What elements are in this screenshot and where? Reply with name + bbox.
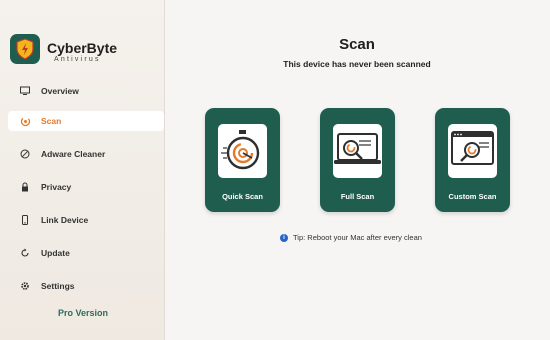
sidebar-item-label: Overview <box>41 86 79 96</box>
shield-icon <box>16 38 34 60</box>
quick-scan-card[interactable]: Quick Scan <box>205 108 280 212</box>
gear-icon <box>19 280 31 292</box>
sidebar-item-label: Privacy <box>41 182 72 192</box>
scan-icon <box>19 115 31 127</box>
stopwatch-icon <box>214 120 271 182</box>
brand-name: CyberByte <box>47 40 118 56</box>
lock-icon <box>19 181 31 193</box>
full-scan-label: Full Scan <box>340 192 375 201</box>
sidebar-item-link-device[interactable]: Link Device <box>0 210 164 230</box>
sidebar-item-settings[interactable]: Settings <box>0 276 164 296</box>
tip-message: i Tip: Reboot your Mac after every clean <box>280 233 422 242</box>
custom-scan-card[interactable]: Custom Scan <box>435 108 510 212</box>
sidebar-item-label: Update <box>41 248 70 258</box>
block-icon <box>19 148 31 160</box>
sidebar-item-scan[interactable]: Scan <box>8 111 164 131</box>
pro-version-link[interactable]: Pro Version <box>58 308 108 318</box>
window-magnifier-icon <box>444 120 501 182</box>
sidebar-item-privacy[interactable]: Privacy <box>0 177 164 197</box>
app-window: CyberByte Antivirus Overview Scan Adware… <box>0 0 550 340</box>
sidebar-item-label: Settings <box>41 281 75 291</box>
sidebar: CyberByte Antivirus Overview Scan Adware… <box>0 0 165 340</box>
sidebar-item-label: Scan <box>41 116 62 126</box>
sidebar-item-adware-cleaner[interactable]: Adware Cleaner <box>0 144 164 164</box>
brand-subtitle: Antivirus <box>54 56 101 63</box>
sidebar-item-label: Link Device <box>41 215 89 225</box>
refresh-icon <box>19 247 31 259</box>
quick-scan-label: Quick Scan <box>222 192 263 201</box>
info-icon: i <box>280 233 288 242</box>
laptop-magnifier-icon <box>329 120 386 182</box>
custom-scan-label: Custom Scan <box>448 192 497 201</box>
phone-icon <box>19 214 31 226</box>
scan-status-text: This device has never been scanned <box>283 59 431 69</box>
page-title: Scan <box>339 36 375 53</box>
monitor-icon <box>19 85 31 97</box>
app-logo <box>10 34 40 64</box>
tip-text: Tip: Reboot your Mac after every clean <box>293 233 422 242</box>
full-scan-card[interactable]: Full Scan <box>320 108 395 212</box>
sidebar-item-update[interactable]: Update <box>0 243 164 263</box>
sidebar-item-overview[interactable]: Overview <box>0 81 164 101</box>
sidebar-item-label: Adware Cleaner <box>41 149 106 159</box>
